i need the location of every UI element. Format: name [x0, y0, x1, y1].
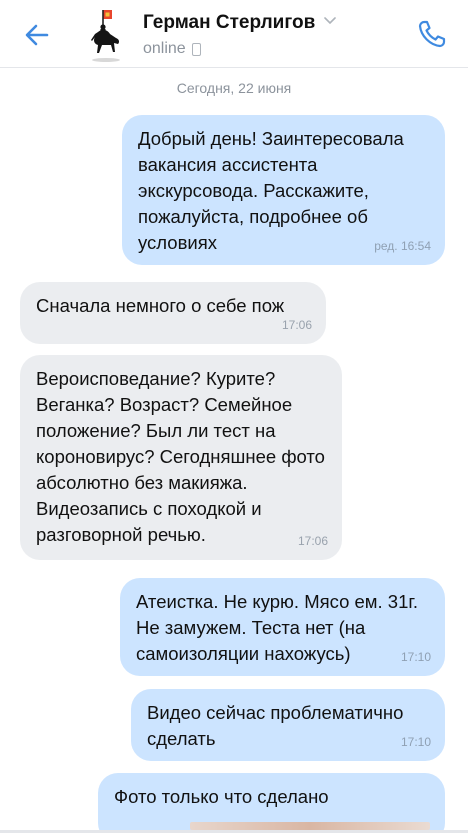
horseman-flag-avatar	[91, 10, 120, 62]
arrow-left-icon	[25, 24, 49, 46]
message-text: Вероисповедание? Курите? Веганка? Возрас…	[36, 368, 325, 545]
online-status: online	[143, 40, 186, 57]
message-text: Видео сейчас проблематично сделать	[147, 702, 404, 749]
message-outgoing[interactable]: Атеистка. Не курю. Мясо ем. 31г. Не заму…	[120, 578, 445, 676]
message-text: Атеистка. Не курю. Мясо ем. 31г. Не заму…	[136, 591, 418, 664]
message-incoming[interactable]: Вероисповедание? Курите? Веганка? Возрас…	[20, 355, 342, 560]
contact-name: Герман Стерлигов	[143, 12, 316, 33]
message-text: Сначала немного о себе пож	[36, 295, 285, 316]
chat-header: Герман Стерлигов online	[0, 0, 468, 68]
chevron-down-icon	[323, 12, 336, 30]
contact-info[interactable]: Герман Стерлигов online	[143, 12, 336, 58]
message-outgoing[interactable]: Видео сейчас проблематично сделать 17:10	[131, 689, 445, 761]
back-button[interactable]	[22, 20, 52, 50]
message-incoming[interactable]: Сначала немного о себе пож 17:06	[20, 282, 326, 344]
mobile-device-icon	[191, 42, 201, 56]
avatar[interactable]	[84, 8, 128, 64]
photo-preview[interactable]	[190, 822, 430, 830]
message-list[interactable]: Сегодня, 22 июня Добрый день! Заинтересо…	[0, 68, 468, 833]
date-separator: Сегодня, 22 июня	[176, 80, 292, 96]
call-button[interactable]	[416, 18, 448, 50]
message-time: ред. 16:54	[374, 239, 431, 253]
message-outgoing[interactable]: Добрый день! Заинтересовала вакансия асс…	[122, 115, 445, 265]
phone-icon	[418, 20, 446, 48]
message-time: 17:10	[400, 735, 431, 749]
status-row: online	[143, 40, 336, 58]
message-text: Фото только что сделано	[114, 786, 329, 807]
message-time: 17:10	[400, 650, 431, 664]
message-time: 17:06	[297, 534, 328, 548]
message-time: 17:06	[281, 318, 312, 332]
